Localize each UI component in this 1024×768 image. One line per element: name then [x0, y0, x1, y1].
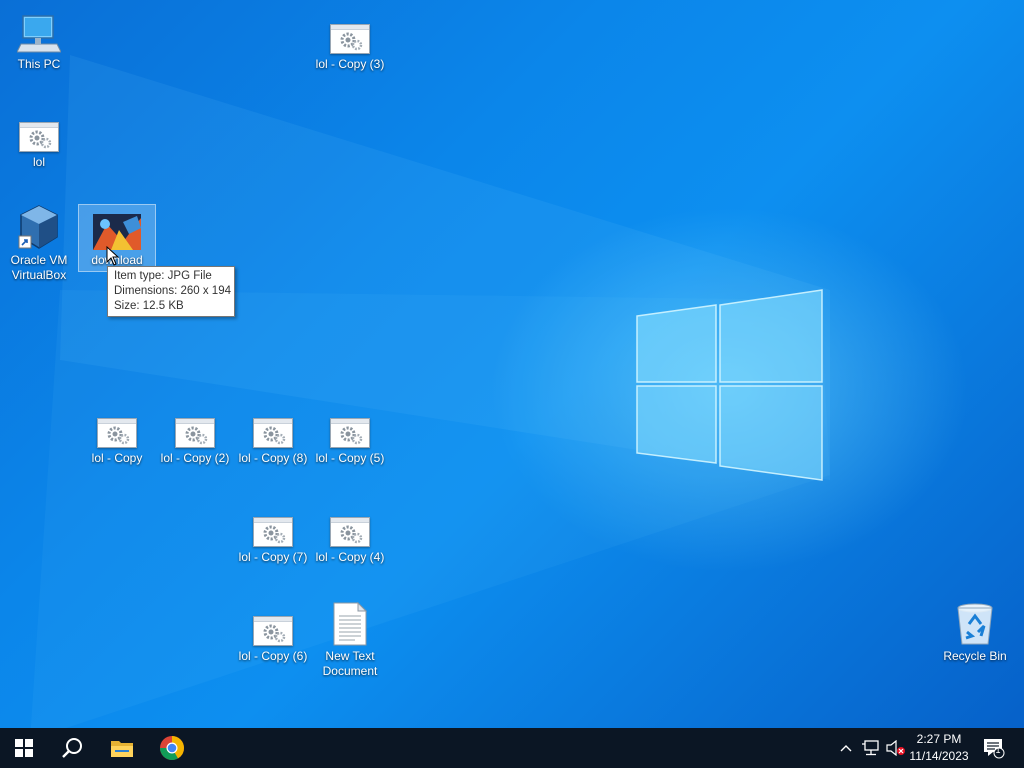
taskbar: 2:27 PM 11/14/2023 1 — [0, 728, 1024, 768]
icon-label: lol - Copy (2) — [160, 451, 230, 465]
show-hidden-icons-button[interactable] — [836, 728, 856, 768]
desktop-icon-lol-copy-7[interactable]: lol - Copy (7) — [234, 503, 312, 565]
icon-label: lol — [32, 155, 45, 169]
desktop-icon-lol-copy-6[interactable]: lol - Copy (6) — [234, 602, 312, 664]
text-document-icon — [333, 602, 367, 646]
mouse-cursor-icon — [106, 246, 120, 266]
tooltip-item-type: Item type: JPG File — [114, 270, 212, 282]
icon-label: lol - Copy (8) — [238, 451, 308, 465]
desktop-icon-lol-copy-4[interactable]: lol - Copy (4) — [311, 503, 389, 565]
notification-count: 1 — [995, 745, 1001, 755]
desktop-icon-virtualbox[interactable]: Oracle VM VirtualBox — [0, 205, 78, 283]
start-button[interactable] — [0, 728, 48, 768]
gear-shortcut-icon — [330, 517, 370, 547]
tooltip-size: Size: 12.5 KB — [114, 300, 184, 312]
clock-date: 11/14/2023 — [909, 749, 969, 763]
chrome-button[interactable] — [148, 728, 196, 768]
image-file-icon — [93, 214, 141, 250]
chevron-up-icon — [840, 745, 852, 752]
icon-label: Oracle VM VirtualBox — [10, 253, 68, 282]
volume-muted-icon — [886, 740, 905, 756]
icon-label: This PC — [17, 57, 61, 71]
gear-shortcut-icon — [97, 418, 137, 448]
icon-label: lol - Copy (7) — [238, 550, 308, 564]
network-icon — [862, 740, 879, 756]
desktop-icon-lol[interactable]: lol — [0, 108, 78, 170]
icon-label: Recycle Bin — [943, 649, 1007, 663]
icon-label: lol - Copy (6) — [238, 649, 308, 663]
desktop-icon-this-pc[interactable]: This PC — [0, 10, 78, 72]
desktop-icon-lol-copy-3[interactable]: lol - Copy (3) — [311, 10, 389, 72]
search-button[interactable] — [48, 728, 96, 768]
file-explorer-button[interactable] — [98, 728, 146, 768]
network-button[interactable] — [860, 728, 882, 768]
file-info-tooltip: Item type: JPG File Dimensions: 260 x 19… — [107, 266, 235, 317]
desktop-icon-lol-copy[interactable]: lol - Copy — [78, 404, 156, 466]
desktop-icon-lol-copy-8[interactable]: lol - Copy (8) — [234, 404, 312, 466]
icon-label: lol - Copy — [91, 451, 143, 465]
desktop-icon-lol-copy-2[interactable]: lol - Copy (2) — [156, 404, 234, 466]
virtualbox-icon — [18, 205, 58, 249]
desktop[interactable]: This PC lol - Copy (3) lol Oracle VM Vir… — [0, 0, 1024, 728]
icon-label: lol - Copy (4) — [315, 550, 385, 564]
action-center-button[interactable]: 1 — [980, 728, 1008, 768]
gear-shortcut-icon — [330, 418, 370, 448]
clock-time: 2:27 PM — [916, 732, 962, 746]
wallpaper — [30, 55, 830, 728]
computer-icon — [17, 15, 61, 53]
folder-icon — [111, 741, 133, 757]
gear-shortcut-icon — [253, 418, 293, 448]
gear-shortcut-icon — [253, 517, 293, 547]
windows-logo-icon — [15, 739, 33, 757]
recycle-bin-icon — [957, 603, 993, 645]
gear-shortcut-icon — [253, 616, 293, 646]
desktop-icon-recycle-bin[interactable]: Recycle Bin — [936, 602, 1014, 664]
desktop-icon-lol-copy-5[interactable]: lol - Copy (5) — [311, 404, 389, 466]
gear-shortcut-icon — [175, 418, 215, 448]
chrome-icon — [160, 736, 184, 761]
desktop-icon-new-text-document[interactable]: New Text Document — [311, 602, 389, 679]
clock[interactable]: 2:27 PM 11/14/2023 — [904, 731, 974, 765]
icon-label: New Text Document — [322, 649, 378, 678]
search-icon — [62, 738, 82, 758]
icon-label: lol - Copy (5) — [315, 451, 385, 465]
tooltip-dimensions: Dimensions: 260 x 194 — [114, 285, 231, 297]
icon-label: lol - Copy (3) — [315, 57, 385, 71]
gear-shortcut-icon — [19, 122, 59, 152]
gear-shortcut-icon — [330, 24, 370, 54]
